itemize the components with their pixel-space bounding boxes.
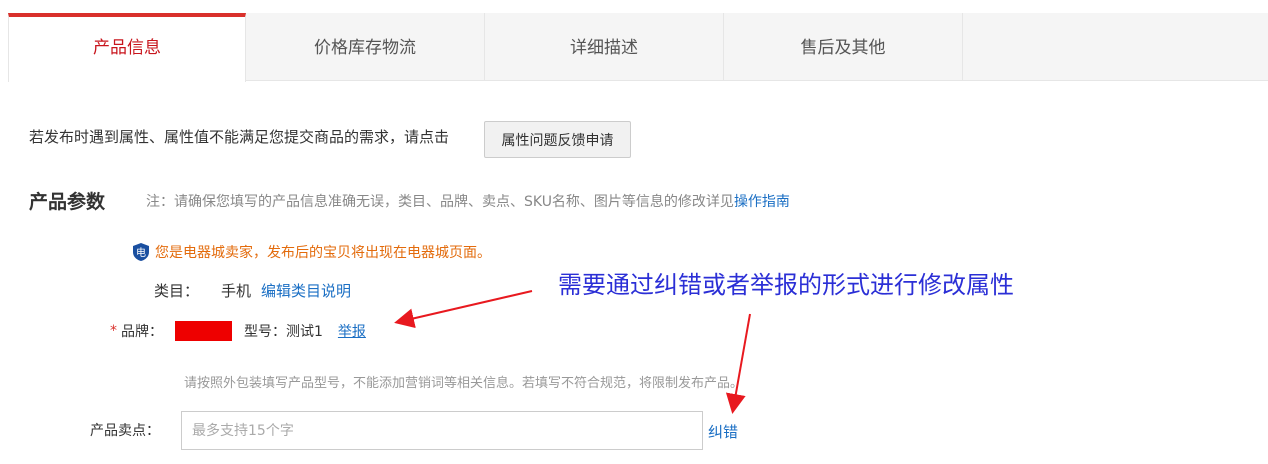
selling-point-label: 产品卖点： bbox=[90, 423, 160, 439]
category-row: 类目： 手机 编辑类目说明 bbox=[154, 280, 351, 301]
brand-row: * 品牌： 型号：测试1 举报 bbox=[110, 321, 366, 341]
attribute-feedback-button[interactable]: 属性问题反馈申请 bbox=[484, 121, 631, 158]
annotation-text: 需要通过纠错或者举报的形式进行修改属性 bbox=[558, 271, 1014, 299]
section-note: 注：请确保您填写的产品信息准确无误，类目、品牌、卖点、SKU名称、图片等信息的修… bbox=[146, 191, 790, 211]
product-publish-page: 产品信息 价格库存物流 详细描述 售后及其他 若发布时遇到属性、属性值不能满足您… bbox=[0, 0, 1268, 464]
edit-category-link[interactable]: 编辑类目说明 bbox=[261, 282, 351, 300]
attribute-tip-text: 若发布时遇到属性、属性值不能满足您提交商品的需求，请点击 bbox=[29, 128, 450, 146]
tab-bar: 产品信息 价格库存物流 详细描述 售后及其他 bbox=[8, 13, 1268, 82]
correct-error-link[interactable]: 纠错 bbox=[708, 421, 738, 442]
tab-product-info[interactable]: 产品信息 bbox=[8, 13, 246, 82]
arrow-to-correct-link bbox=[725, 313, 751, 414]
tab-detail-description[interactable]: 详细描述 bbox=[485, 13, 724, 81]
required-mark: * bbox=[110, 323, 117, 339]
tab-price-stock-logistics[interactable]: 价格库存物流 bbox=[246, 13, 485, 81]
model-hint: 请按照外包装填写产品型号，不能添加营销词等相关信息。若填写不符合规范，将限制发布… bbox=[184, 376, 744, 391]
mall-notice: 电 您是电器城卖家，发布后的宝贝将出现在电器城页面。 bbox=[132, 242, 491, 262]
section-note-text: 注：请确保您填写的产品信息准确无误，类目、品牌、卖点、SKU名称、图片等信息的修… bbox=[146, 194, 734, 210]
tab-after-sales[interactable]: 售后及其他 bbox=[724, 13, 963, 81]
brand-label: 品牌： bbox=[121, 324, 163, 340]
arrow-to-report-link bbox=[394, 290, 533, 329]
shield-badge-icon: 电 bbox=[133, 243, 149, 261]
mall-notice-text: 您是电器城卖家，发布后的宝贝将出现在电器城页面。 bbox=[155, 245, 491, 261]
category-label: 类目： bbox=[154, 282, 200, 300]
category-value: 手机 bbox=[221, 282, 252, 300]
brand-value-redacted bbox=[175, 321, 232, 341]
guide-link[interactable]: 操作指南 bbox=[734, 194, 790, 210]
report-link[interactable]: 举报 bbox=[338, 321, 366, 341]
badge-text: 电 bbox=[136, 246, 146, 259]
model-value: 型号：测试1 bbox=[244, 324, 323, 340]
selling-point-input[interactable] bbox=[181, 411, 703, 450]
section-title: 产品参数 bbox=[29, 191, 106, 213]
